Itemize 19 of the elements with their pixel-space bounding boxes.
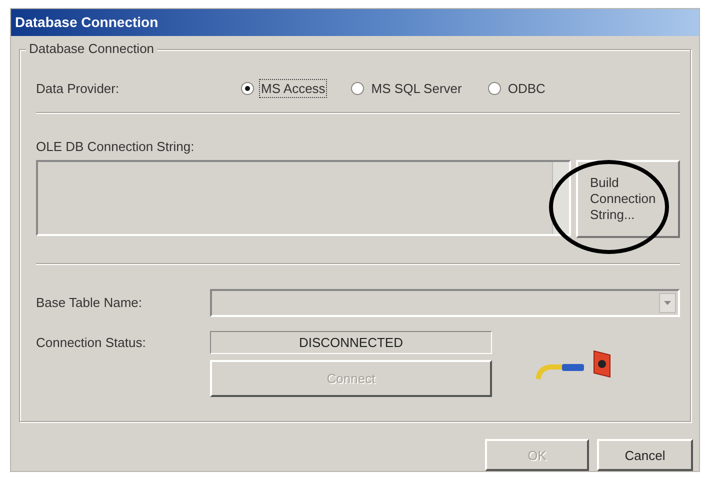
radio-label[interactable]: MS Access [261, 81, 326, 96]
group-title: Database Connection [26, 40, 158, 56]
field-label: Data Provider: [36, 81, 120, 96]
caret-icon [664, 301, 671, 306]
window-title: Database Connection [11, 9, 699, 36]
socket-icon [592, 348, 612, 379]
radio-button[interactable] [488, 82, 501, 96]
combo-box[interactable] [210, 288, 680, 317]
dropdown-button[interactable] [659, 292, 676, 313]
radio-button[interactable] [351, 82, 364, 96]
field-label: OLE DB Connection String: [36, 138, 194, 154]
status-field: DISCONNECTED [210, 330, 492, 354]
dialog-button[interactable]: Cancel [597, 439, 693, 471]
build-button[interactable]: Build Connection String... [576, 160, 680, 238]
field-label: Base Table Name: [36, 295, 143, 310]
field-label: Connection Status: [36, 334, 147, 352]
radio-label[interactable]: ODBC [508, 81, 546, 96]
radio-button[interactable] [241, 82, 254, 96]
radio-label[interactable]: MS SQL Server [371, 81, 462, 96]
